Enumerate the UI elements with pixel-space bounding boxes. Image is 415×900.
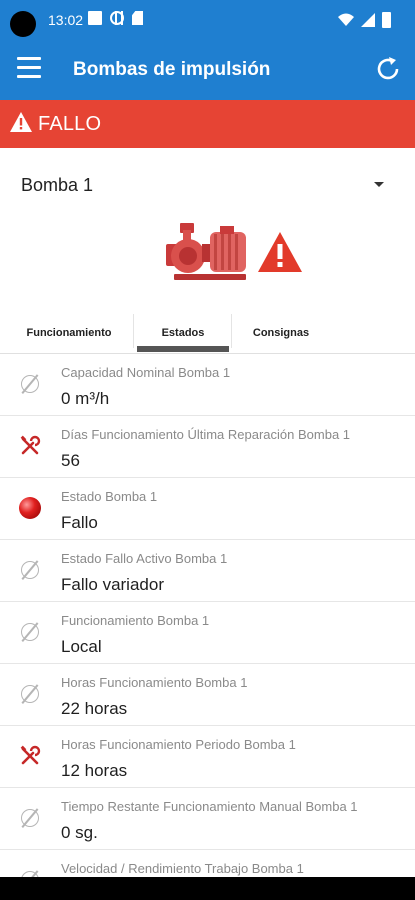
list-item[interactable]: Horas Funcionamiento Periodo Bomba 1 12 … xyxy=(0,726,415,788)
list-item-label: Días Funcionamiento Última Reparación Bo… xyxy=(61,427,351,442)
null-icon xyxy=(19,559,41,581)
list-item[interactable]: Funcionamiento Bomba 1 Local xyxy=(0,602,415,664)
status-notification-icons xyxy=(88,11,143,25)
navigation-bar xyxy=(0,877,415,900)
list-item-label: Velocidad / Rendimiento Trabajo Bomba 1 xyxy=(61,861,304,876)
warning-icon xyxy=(258,232,302,272)
camera-cutout xyxy=(10,11,36,37)
list-item-label: Horas Funcionamiento Periodo Bomba 1 xyxy=(61,737,296,752)
notification-square-icon xyxy=(88,11,102,25)
list-item[interactable]: Capacidad Nominal Bomba 1 0 m³/h xyxy=(0,354,415,416)
page-title: Bombas de impulsión xyxy=(73,59,271,80)
warning-icon xyxy=(10,112,32,132)
null-icon xyxy=(19,807,41,829)
list-item-value: 0 sg. xyxy=(61,823,98,842)
list-item-label: Estado Bomba 1 xyxy=(61,489,158,504)
list-item-value: Fallo xyxy=(61,513,98,532)
pump-selector-value: Bomba 1 xyxy=(21,175,94,195)
status-bar: 13:02 xyxy=(0,0,415,40)
active-tab-indicator xyxy=(137,346,229,352)
list-item-value: 56 xyxy=(61,451,80,470)
null-icon xyxy=(19,621,41,643)
tab-funcionamiento[interactable]: Funcionamiento xyxy=(12,312,126,354)
status-time: 13:02 xyxy=(48,12,84,28)
red-status-ball-icon xyxy=(19,497,41,519)
app-bar: Bombas de impulsión xyxy=(0,40,415,100)
menu-icon[interactable] xyxy=(17,57,41,79)
list-item-value: 22 horas xyxy=(61,699,128,718)
list-item-label: Tiempo Restante Funcionamiento Manual Bo… xyxy=(61,799,358,814)
list-item[interactable]: Días Funcionamiento Última Reparación Bo… xyxy=(0,416,415,478)
chevron-down-icon xyxy=(374,182,384,187)
tab-divider xyxy=(133,314,134,348)
alarm-banner: FALLO xyxy=(0,100,415,148)
list-item-value: 0 m³/h xyxy=(61,389,110,408)
pump-selector-dropdown[interactable]: Bomba 1 xyxy=(0,160,415,210)
list-item-value: Fallo variador xyxy=(61,575,164,594)
globe-icon xyxy=(110,11,124,25)
list-item[interactable]: Estado Fallo Activo Bomba 1 Fallo variad… xyxy=(0,540,415,602)
list-item-label: Horas Funcionamiento Bomba 1 xyxy=(61,675,248,690)
tab-divider xyxy=(231,314,232,348)
refresh-icon[interactable] xyxy=(373,54,403,84)
signal-icon xyxy=(361,13,375,27)
alarm-status-text: FALLO xyxy=(38,113,102,135)
list-item-label: Funcionamiento Bomba 1 xyxy=(61,613,210,628)
wrench-screwdriver-icon xyxy=(20,745,41,765)
list-item-value: 12 horas xyxy=(61,761,128,780)
sd-card-icon xyxy=(132,11,143,25)
battery-icon xyxy=(382,12,391,28)
list-item-value: Local xyxy=(61,637,102,656)
wifi-icon xyxy=(338,13,354,26)
wrench-screwdriver-icon xyxy=(20,435,41,455)
list-item[interactable]: Tiempo Restante Funcionamiento Manual Bo… xyxy=(0,788,415,850)
list-item-label: Capacidad Nominal Bomba 1 xyxy=(61,365,231,380)
status-list: Capacidad Nominal Bomba 1 0 m³/h Días Fu… xyxy=(0,354,415,900)
null-icon xyxy=(19,373,41,395)
pump-icon xyxy=(166,223,246,280)
null-icon xyxy=(19,683,41,705)
tab-consignas[interactable]: Consignas xyxy=(236,312,326,354)
list-item[interactable]: Estado Bomba 1 Fallo xyxy=(0,478,415,540)
list-item-label: Estado Fallo Activo Bomba 1 xyxy=(61,551,228,566)
list-item[interactable]: Horas Funcionamiento Bomba 1 22 horas xyxy=(0,664,415,726)
status-system-icons xyxy=(338,12,391,28)
